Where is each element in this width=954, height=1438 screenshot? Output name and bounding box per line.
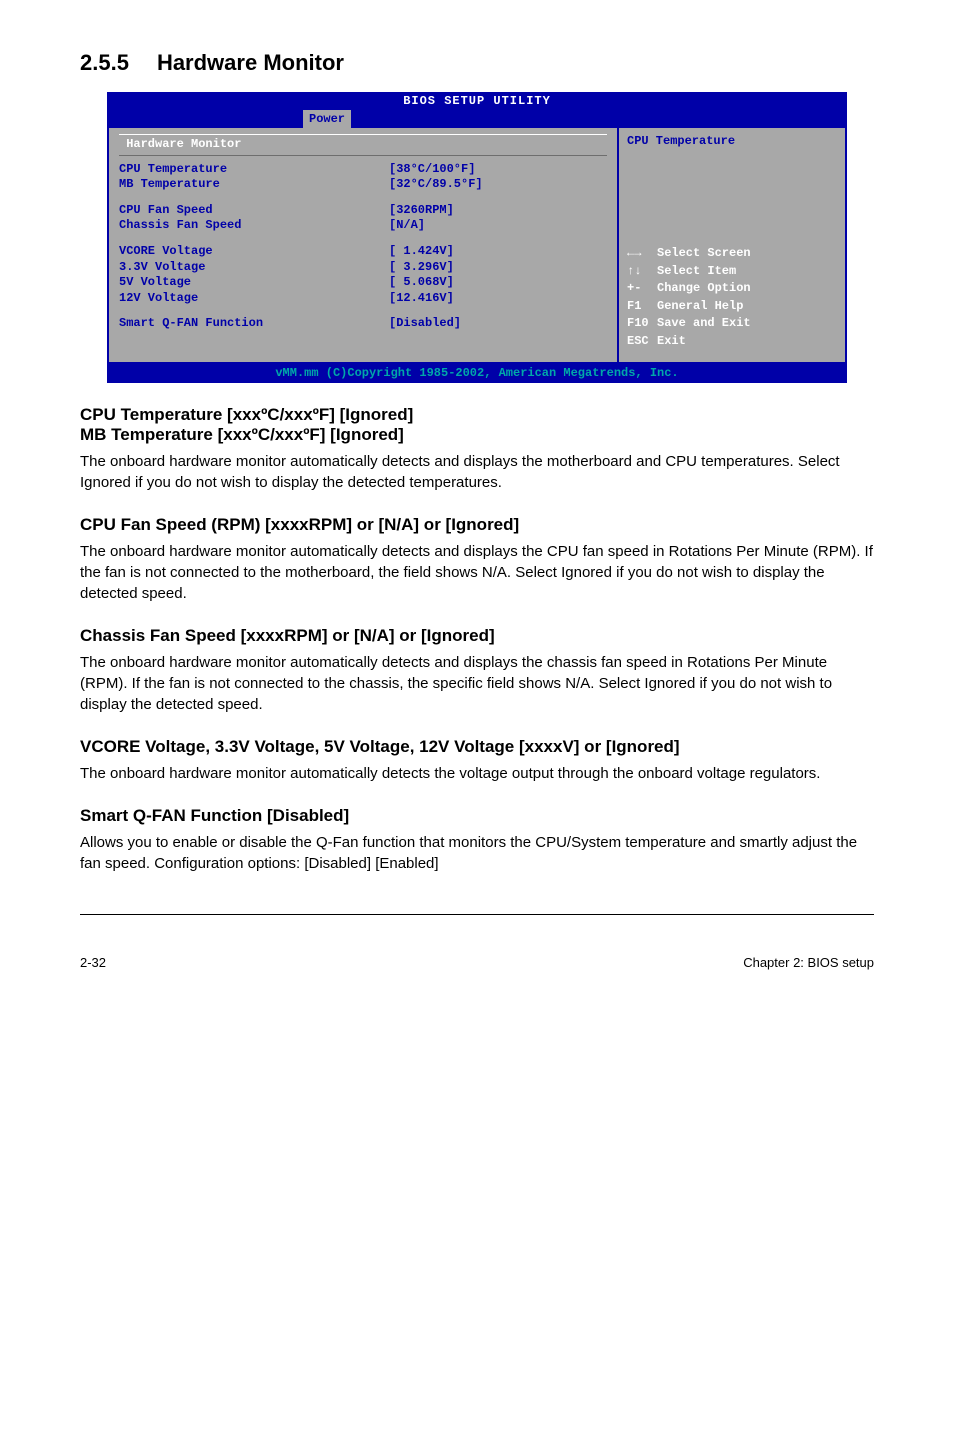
row-33v-label: 3.3V Voltage <box>119 260 389 276</box>
bios-screenshot: BIOS SETUP UTILITY Power Hardware Monito… <box>107 92 847 383</box>
row-cpu-fan-label: CPU Fan Speed <box>119 203 389 219</box>
body-voltage: The onboard hardware monitor automatical… <box>80 763 874 784</box>
row-qfan-label: Smart Q-FAN Function <box>119 316 389 332</box>
body-cpu-mb-temp: The onboard hardware monitor automatical… <box>80 451 874 493</box>
heading-cpu-fan: CPU Fan Speed (RPM) [xxxxRPM] or [N/A] o… <box>80 515 874 535</box>
heading-chassis-fan: Chassis Fan Speed [xxxxRPM] or [N/A] or … <box>80 626 874 646</box>
bios-footer: vMM.mm (C)Copyright 1985-2002, American … <box>107 364 847 384</box>
section-heading: Hardware Monitor <box>157 50 344 75</box>
hint-select-item: ↑↓Select Item <box>627 264 837 280</box>
hint-change-option: +-Change Option <box>627 281 837 297</box>
row-cpu-temp-val: [38°C/100°F] <box>389 162 475 178</box>
body-chassis-fan: The onboard hardware monitor automatical… <box>80 652 874 715</box>
section-number: 2.5.5 <box>80 50 129 76</box>
row-vcore-label: VCORE Voltage <box>119 244 389 260</box>
row-12v-label: 12V Voltage <box>119 291 389 307</box>
heading-voltage: VCORE Voltage, 3.3V Voltage, 5V Voltage,… <box>80 737 874 757</box>
hint-save-exit: F10Save and Exit <box>627 316 837 332</box>
hint-general-help: F1General Help <box>627 299 837 315</box>
row-cpu-temp-label: CPU Temperature <box>119 162 389 178</box>
heading-cpu-mb-temp: CPU Temperature [xxxºC/xxxºF] [Ignored] … <box>80 405 874 445</box>
row-chassis-fan-label: Chassis Fan Speed <box>119 218 389 234</box>
row-vcore-val: [ 1.424V] <box>389 244 454 260</box>
row-cpu-fan-val: [3260RPM] <box>389 203 454 219</box>
bios-panel-header: Hardware Monitor <box>119 134 607 156</box>
row-mb-temp-label: MB Temperature <box>119 177 389 193</box>
bios-left-panel: Hardware Monitor CPU Temperature[38°C/10… <box>109 128 617 362</box>
row-33v-val: [ 3.296V] <box>389 260 454 276</box>
hint-exit: ESCExit <box>627 334 837 350</box>
footer-divider <box>80 914 874 915</box>
bios-help-title: CPU Temperature <box>627 134 837 244</box>
footer-chapter: Chapter 2: BIOS setup <box>743 955 874 970</box>
bios-utility-title: BIOS SETUP UTILITY <box>107 92 847 110</box>
bios-tab-power: Power <box>303 110 351 128</box>
row-12v-val: [12.416V] <box>389 291 454 307</box>
row-5v-val: [ 5.068V] <box>389 275 454 291</box>
body-qfan: Allows you to enable or disable the Q-Fa… <box>80 832 874 874</box>
page-footer: 2-32 Chapter 2: BIOS setup <box>0 955 954 1010</box>
bios-right-panel: CPU Temperature ←→Select Screen ↑↓Select… <box>617 128 845 362</box>
bios-tab-row: Power <box>107 110 847 128</box>
row-chassis-fan-val: [N/A] <box>389 218 425 234</box>
section-title: 2.5.5 Hardware Monitor <box>80 50 874 76</box>
row-qfan-val: [Disabled] <box>389 316 461 332</box>
body-cpu-fan: The onboard hardware monitor automatical… <box>80 541 874 604</box>
row-mb-temp-val: [32°C/89.5°F] <box>389 177 483 193</box>
row-5v-label: 5V Voltage <box>119 275 389 291</box>
heading-qfan: Smart Q-FAN Function [Disabled] <box>80 806 874 826</box>
footer-page-number: 2-32 <box>80 955 106 970</box>
hint-select-screen: ←→Select Screen <box>627 246 837 262</box>
